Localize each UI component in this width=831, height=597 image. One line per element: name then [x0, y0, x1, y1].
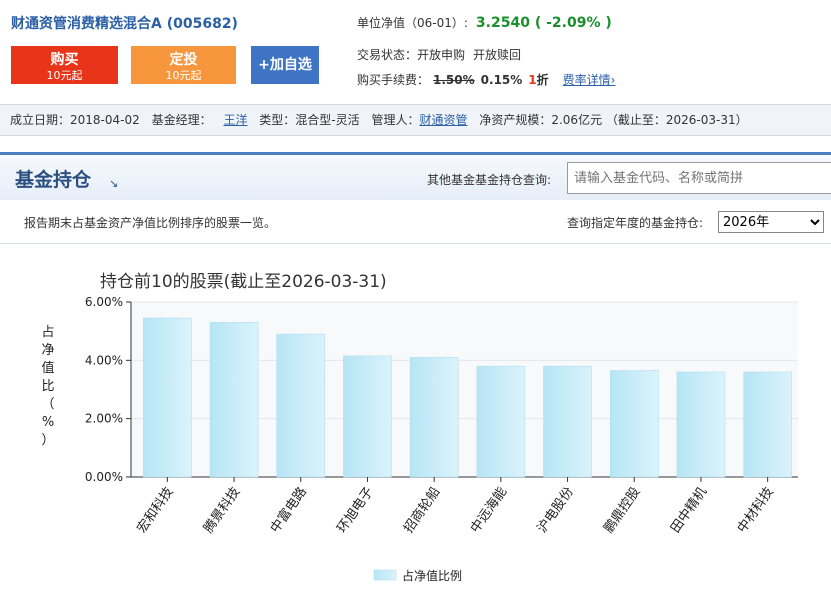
- bar: [476, 365, 526, 478]
- holdings-chart: 持仓前10的股票(截止至2026-03-31) 0.00% 2.00% 4.00% 6.…: [0, 244, 831, 597]
- auto-invest-button-sub: 10元起: [165, 68, 202, 82]
- y-axis-label-char: 占: [41, 325, 54, 340]
- inception-date-value: 2018-04-02: [70, 113, 140, 127]
- fund-company-link[interactable]: 财通资管: [419, 113, 467, 127]
- y-tick-label: 0.00%: [85, 470, 123, 484]
- holdings-description: 报告期末占基金资产净值比例排序的股票一览。: [24, 216, 277, 230]
- bar: [409, 357, 459, 478]
- trade-status-row: 交易状态：开放申购 开放赎回: [357, 46, 529, 63]
- other-fund-query-label: 其他基金基金持仓查询:: [427, 173, 552, 187]
- bar: [543, 365, 592, 478]
- x-tick-label: 中材科技: [735, 485, 777, 536]
- inception-date-label: 成立日期：: [10, 113, 71, 127]
- fee-discounted: 0.15%: [480, 73, 523, 87]
- trade-status-label: 交易状态：: [357, 48, 418, 62]
- x-tick-label: 沪电股份: [534, 484, 577, 536]
- y-tick-label: 4.00%: [85, 353, 123, 367]
- x-tick-label: 中远海能: [468, 485, 510, 536]
- bar: [143, 317, 192, 478]
- fund-type-value: 混合型-灵活: [295, 113, 360, 127]
- legend-swatch: [373, 569, 397, 581]
- x-tick-label: 宏和科技: [135, 485, 177, 536]
- fund-title: 财通资管消费精选混合A (005682): [11, 16, 238, 32]
- x-tick-label: 环旭电子: [335, 485, 377, 536]
- bar: [276, 333, 325, 478]
- bar: [610, 370, 659, 478]
- buy-button-label: 购买: [50, 51, 79, 68]
- y-axis-label-char: ）: [41, 433, 54, 448]
- year-query-label: 查询指定年度的基金持仓:: [567, 216, 704, 230]
- fund-search-input[interactable]: [567, 162, 831, 194]
- manager-label: 基金经理：: [151, 113, 212, 127]
- chart-title: 持仓前10的股票(截止至2026-03-31): [100, 272, 387, 292]
- y-axis-label-char: %: [42, 415, 54, 430]
- x-tick-label: 中富电路: [267, 484, 310, 536]
- net-asset-scale-value: 2.06亿元 （截止至：2026-03-31）: [551, 113, 748, 127]
- fund-header: 财通资管消费精选混合A (005682) 购买 10元起 定投 10元起 +加自…: [0, 0, 831, 104]
- auto-invest-button[interactable]: 定投 10元起: [131, 46, 236, 84]
- holdings-sub-bar: 报告期末占基金资产净值比例排序的股票一览。 查询指定年度的基金持仓: 2026年: [0, 200, 831, 244]
- y-axis-label-char: （: [41, 397, 54, 412]
- nav-label: 单位净值（06-01）:: [357, 16, 468, 30]
- auto-invest-button-label: 定投: [169, 51, 198, 68]
- y-axis-label-char: 比: [41, 379, 54, 394]
- bar: [209, 322, 259, 478]
- x-tick-label: 腾景科技: [200, 484, 243, 536]
- manager-link[interactable]: 王洋: [223, 113, 247, 127]
- discount-unit: 折: [536, 73, 549, 87]
- legend-label: 占净值比例: [402, 568, 462, 583]
- nav-value: 3.2540 ( -2.09% ): [475, 15, 612, 31]
- fund-info-bar: 成立日期：2018-04-02 基金经理： 王洋 类型：混合型-灵活 管理人：财…: [0, 104, 831, 136]
- y-axis-label-char: 净: [41, 343, 54, 358]
- fund-type-label: 类型：: [259, 113, 296, 127]
- purchase-fee-row: 购买手续费： 1.50% 0.15% 1折 费率详情›: [357, 71, 615, 88]
- buy-button-sub: 10元起: [46, 68, 83, 82]
- trade-status-buy: 开放申购: [417, 48, 466, 62]
- y-axis-label-char: 值: [41, 360, 54, 376]
- net-asset-scale-label: 净资产规模：: [479, 113, 552, 127]
- bar: [676, 371, 726, 478]
- bar: [743, 371, 792, 478]
- section-title: 基金持仓: [15, 169, 92, 191]
- trade-status-redeem: 开放赎回: [473, 48, 522, 62]
- holdings-bar-chart: 持仓前10的股票(截止至2026-03-31) 0.00% 2.00% 4.00% 6.…: [41, 272, 798, 583]
- holdings-section-header: 基金持仓 ↘ 其他基金基金持仓查询:: [0, 152, 831, 200]
- arrow-down-right-icon: ↘: [109, 177, 119, 190]
- bar: [343, 355, 392, 478]
- fund-company-label: 管理人：: [371, 113, 420, 127]
- y-tick-label: 6.00%: [85, 295, 123, 309]
- nav-row: 单位净值（06-01）: 3.2540 ( -2.09% ): [357, 14, 612, 31]
- fee-label: 购买手续费：: [357, 73, 430, 87]
- y-tick-label: 2.00%: [85, 412, 123, 426]
- x-tick-label: 田中精机: [668, 485, 710, 536]
- x-tick-label: 招商轮船: [401, 485, 443, 536]
- fee-details-link[interactable]: 费率详情›: [563, 73, 616, 87]
- x-tick-label: 鹏鼎控股: [601, 485, 643, 536]
- discount-number: 1: [528, 73, 537, 87]
- year-select[interactable]: 2026年: [718, 211, 824, 233]
- buy-button[interactable]: 购买 10元起: [11, 46, 118, 84]
- add-favorite-button[interactable]: +加自选: [251, 46, 319, 84]
- fee-original: 1.50%: [433, 73, 475, 87]
